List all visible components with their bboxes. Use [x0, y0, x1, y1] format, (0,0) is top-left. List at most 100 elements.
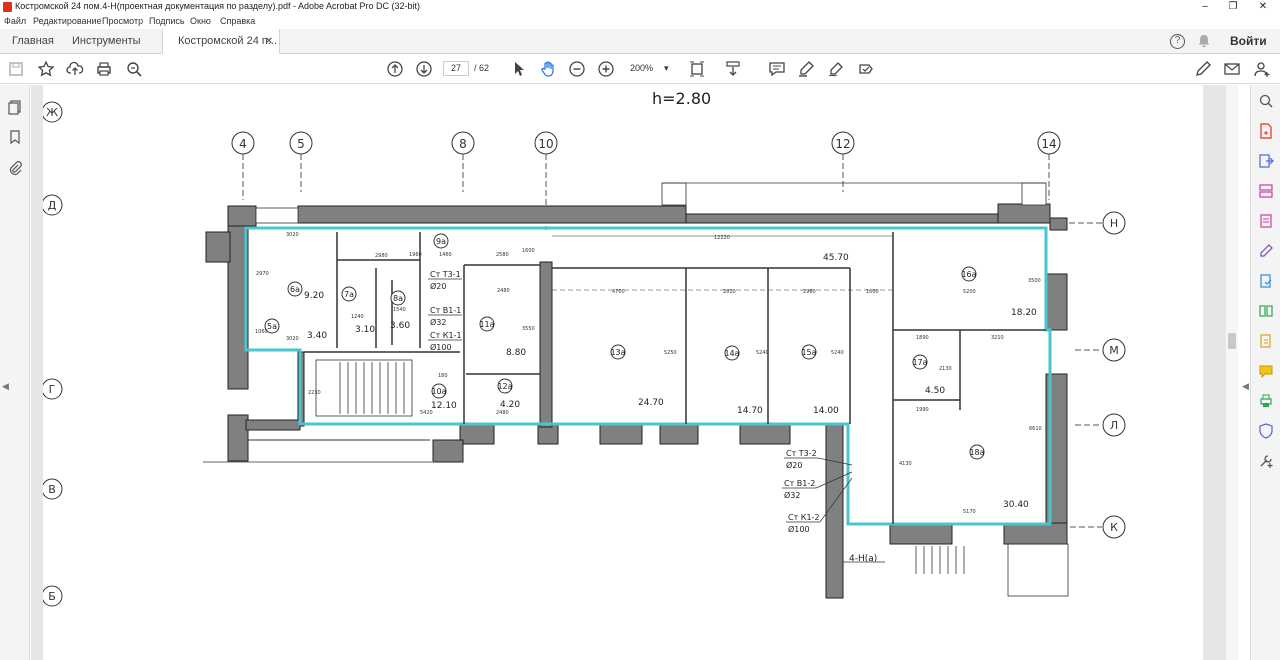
svg-text:1890: 1890	[916, 335, 929, 341]
print-production-icon[interactable]	[1256, 391, 1276, 411]
scroll-mode-icon[interactable]	[722, 58, 744, 80]
wall	[459, 424, 495, 445]
unit-outline	[244, 226, 1052, 526]
more-tools-icon[interactable]	[1256, 451, 1276, 471]
export-pdf-icon[interactable]	[1256, 151, 1276, 171]
attachments-icon[interactable]	[5, 158, 25, 178]
svg-text:1990: 1990	[916, 407, 929, 413]
fit-page-icon[interactable]	[686, 58, 708, 80]
sign-pen-icon[interactable]	[1192, 58, 1214, 80]
bell-icon[interactable]	[1197, 34, 1211, 48]
menu-edit[interactable]: Редактирование	[33, 16, 102, 26]
tab-home[interactable]: Главная	[12, 29, 54, 54]
create-pdf-icon[interactable]	[1256, 121, 1276, 141]
svg-text:12220: 12220	[714, 235, 730, 241]
highlight-pen-icon[interactable]	[795, 58, 817, 80]
protect-doc-icon[interactable]	[1256, 331, 1276, 351]
room-area: 18.20	[1011, 308, 1037, 318]
row-axis-label: Ж	[46, 106, 58, 119]
fill-sign-icon[interactable]	[855, 58, 877, 80]
menu-help[interactable]: Справка	[220, 16, 255, 26]
search-icon[interactable]	[123, 58, 145, 80]
row-axis-label: Д	[48, 199, 57, 212]
room-id: 12а	[497, 382, 512, 391]
row-axis-label: В	[48, 483, 56, 496]
column-axis-label: 4	[239, 137, 247, 151]
help-icon[interactable]: ?	[1170, 34, 1185, 49]
comment-icon[interactable]	[766, 58, 788, 80]
upload-icon[interactable]	[64, 58, 86, 80]
page-total: / 62	[474, 63, 490, 73]
print-icon[interactable]	[93, 58, 115, 80]
scroll-thumb[interactable]	[1228, 333, 1236, 349]
zoom-caret: ▾	[664, 63, 669, 73]
menu-sign[interactable]: Подпись	[149, 16, 185, 26]
hand-tool-icon[interactable]	[537, 58, 559, 80]
room-area: 8.80	[506, 348, 526, 358]
send-for-review-icon[interactable]	[1256, 271, 1276, 291]
prev-page-icon[interactable]	[384, 58, 406, 80]
wall	[205, 231, 231, 263]
edit-pdf-icon[interactable]	[1256, 211, 1276, 231]
row-axis-label: Б	[48, 590, 56, 603]
wall	[432, 439, 464, 463]
corridor-area: 45.70	[823, 253, 849, 263]
svg-text:2970: 2970	[256, 271, 269, 277]
floor-plan-drawing: h=2.80 Ж Д Г В Б 4 5 8 10 12 14 Н М Л К …	[43, 89, 1126, 607]
svg-text:5250: 5250	[664, 350, 677, 356]
svg-text:5420: 5420	[420, 410, 433, 416]
svg-text:3500: 3500	[1028, 278, 1041, 284]
bookmarks-icon[interactable]	[5, 127, 25, 147]
comment-tool-icon[interactable]	[1256, 361, 1276, 381]
tab-tools[interactable]: Инструменты	[72, 29, 141, 54]
wall	[227, 205, 257, 227]
fill-sign-tool-icon[interactable]	[1256, 241, 1276, 261]
star-icon[interactable]	[35, 58, 57, 80]
close-tab-icon[interactable]: ✕	[265, 29, 273, 54]
save-icon[interactable]	[5, 58, 27, 80]
right-pane-collapse-icon[interactable]: ◀	[1242, 381, 1249, 392]
zoom-out-icon[interactable]	[566, 58, 588, 80]
riser-diameter: Ø32	[430, 317, 446, 327]
page-thumbnails-icon[interactable]	[5, 97, 25, 117]
room-area: 12.10	[431, 401, 457, 411]
organize-pages-icon[interactable]	[1256, 181, 1276, 201]
zoom-in-icon[interactable]	[595, 58, 617, 80]
svg-text:3020: 3020	[286, 232, 299, 238]
column-axis-label: 5	[297, 137, 305, 151]
svg-text:2810: 2810	[723, 289, 736, 295]
svg-text:4130: 4130	[899, 461, 912, 467]
room-id: 7а	[344, 290, 354, 299]
vertical-scrollbar[interactable]	[1226, 85, 1238, 660]
select-cursor-icon[interactable]	[508, 58, 530, 80]
riser-diameter: Ø20	[786, 460, 802, 470]
minimize-button[interactable]: –	[1190, 0, 1220, 14]
draw-icon[interactable]	[825, 58, 847, 80]
zoom-icon[interactable]	[1256, 91, 1276, 111]
zoom-select[interactable]: 200% ▾	[630, 61, 678, 76]
wall	[227, 414, 249, 462]
next-page-icon[interactable]	[413, 58, 435, 80]
menu-file[interactable]: Файл	[4, 16, 26, 26]
tab-document[interactable]: Костромской 24 п... ✕	[162, 29, 280, 55]
close-window-button[interactable]: ✕	[1248, 0, 1278, 14]
room-area: 4.20	[500, 400, 520, 410]
svg-text:2980: 2980	[375, 253, 388, 259]
wall	[1049, 217, 1068, 231]
wall	[997, 203, 1051, 224]
maximize-button[interactable]: ❐	[1218, 0, 1248, 14]
mail-icon[interactable]	[1221, 58, 1243, 80]
menu-window[interactable]: Окно	[190, 16, 211, 26]
shield-icon[interactable]	[1256, 421, 1276, 441]
window-title: Костромской 24 пом.4-Н(проектная докумен…	[15, 1, 421, 11]
compare-files-icon[interactable]	[1256, 301, 1276, 321]
riser-label: Ст Т3-1	[430, 270, 461, 279]
user-share-icon[interactable]	[1251, 58, 1273, 80]
wall	[297, 205, 687, 224]
sign-in-button[interactable]: Войти	[1230, 34, 1267, 48]
page-number-input[interactable]: 27	[443, 61, 469, 76]
riser-diameter: Ø100	[430, 342, 452, 352]
left-pane-collapse-icon[interactable]: ◀	[2, 381, 9, 392]
svg-text:1540: 1540	[393, 307, 406, 313]
menu-view[interactable]: Просмотр	[102, 16, 143, 26]
